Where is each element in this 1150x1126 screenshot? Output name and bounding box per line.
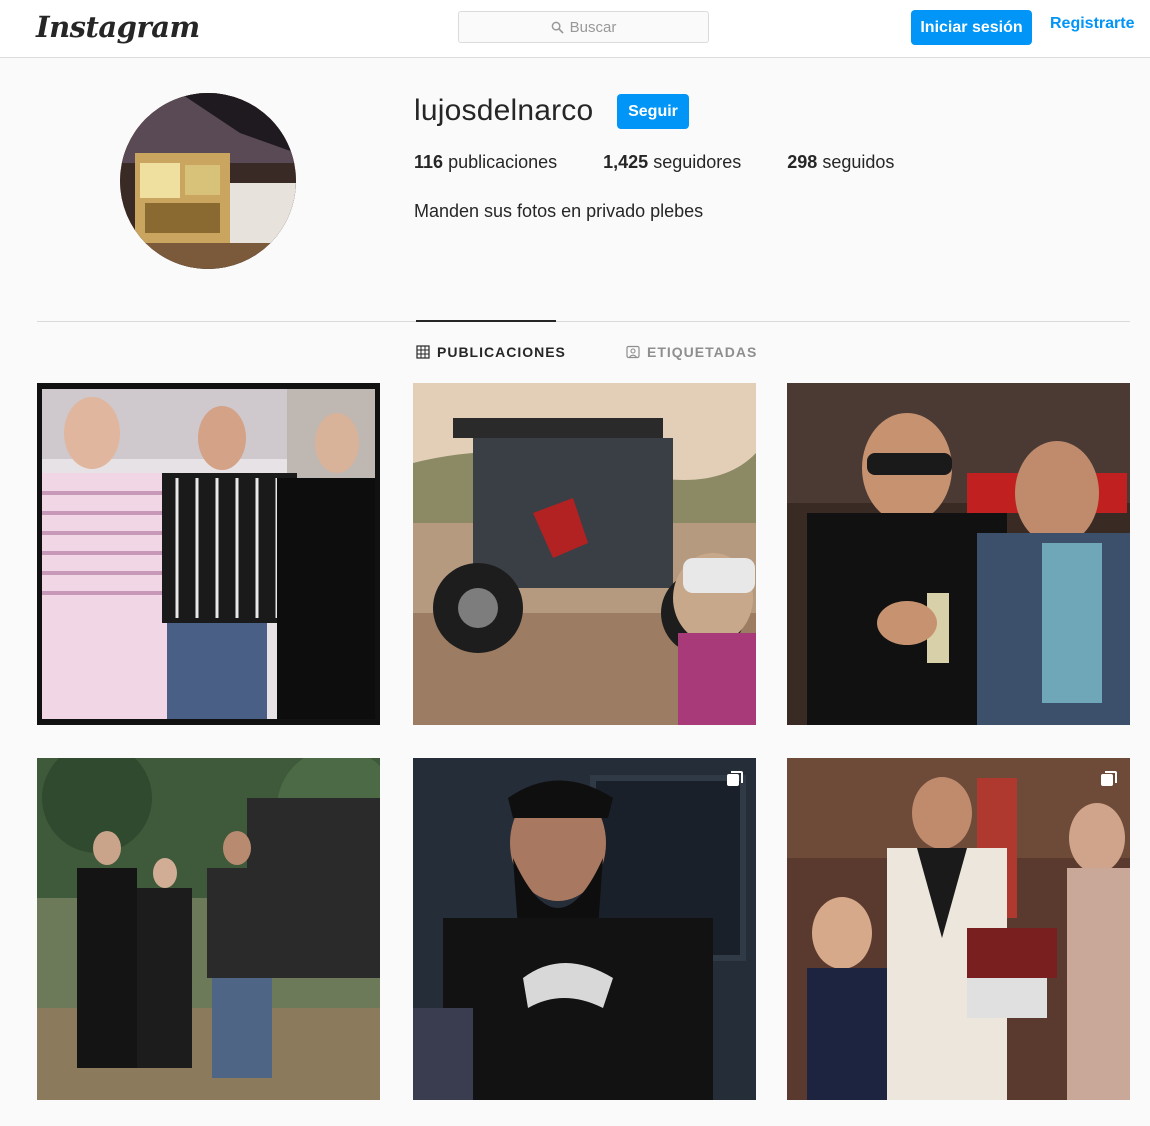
- login-button[interactable]: Iniciar sesión: [911, 10, 1032, 45]
- stat-posts-label: publicaciones: [448, 152, 558, 172]
- stat-following-count: 298: [787, 152, 818, 172]
- tagged-icon: [626, 345, 640, 359]
- multiple-photos-icon: [727, 771, 743, 786]
- search-input[interactable]: Buscar: [458, 11, 709, 43]
- profile-bio: Manden sus fotos en privado plebes: [414, 201, 704, 221]
- post-thumbnail[interactable]: [413, 383, 756, 725]
- register-link[interactable]: Registrarte: [1050, 15, 1134, 33]
- profile-stats: 116 publicaciones 1,425 seguidores 298 s…: [414, 152, 894, 173]
- profile-username: lujosdelnarco: [414, 94, 594, 127]
- post-grid: [37, 383, 1130, 1100]
- stat-followers[interactable]: 1,425 seguidores: [603, 152, 741, 173]
- post-thumbnail[interactable]: [413, 758, 756, 1100]
- tab-posts[interactable]: PUBLICACIONES: [416, 344, 566, 360]
- stat-posts-count: 116: [414, 152, 444, 172]
- post-thumbnail[interactable]: [787, 758, 1130, 1100]
- stat-followers-label: seguidores: [653, 152, 742, 172]
- search-placeholder: Buscar: [569, 18, 617, 36]
- post-thumbnail[interactable]: [37, 758, 380, 1100]
- tab-tagged[interactable]: ETIQUETADAS: [626, 344, 757, 360]
- stat-following[interactable]: 298 seguidos: [787, 152, 894, 173]
- follow-button[interactable]: Seguir: [617, 94, 689, 129]
- search-icon: [551, 21, 564, 34]
- top-navbar: Instagram Buscar Iniciar sesión Registra…: [0, 0, 1150, 58]
- instagram-logo[interactable]: Instagram: [36, 10, 200, 44]
- profile-avatar[interactable]: [120, 93, 296, 269]
- stat-posts: 116 publicaciones: [414, 152, 557, 173]
- active-tab-indicator: [416, 320, 556, 322]
- tabs-divider: [37, 321, 1130, 322]
- tab-tagged-label: ETIQUETADAS: [647, 344, 758, 360]
- stat-following-label: seguidos: [822, 152, 895, 172]
- post-thumbnail[interactable]: [37, 383, 380, 725]
- grid-icon: [416, 345, 430, 359]
- post-thumbnail[interactable]: [787, 383, 1130, 725]
- stat-followers-count: 1,425: [603, 152, 649, 172]
- multiple-photos-icon: [1101, 771, 1117, 786]
- tab-posts-label: PUBLICACIONES: [437, 344, 566, 360]
